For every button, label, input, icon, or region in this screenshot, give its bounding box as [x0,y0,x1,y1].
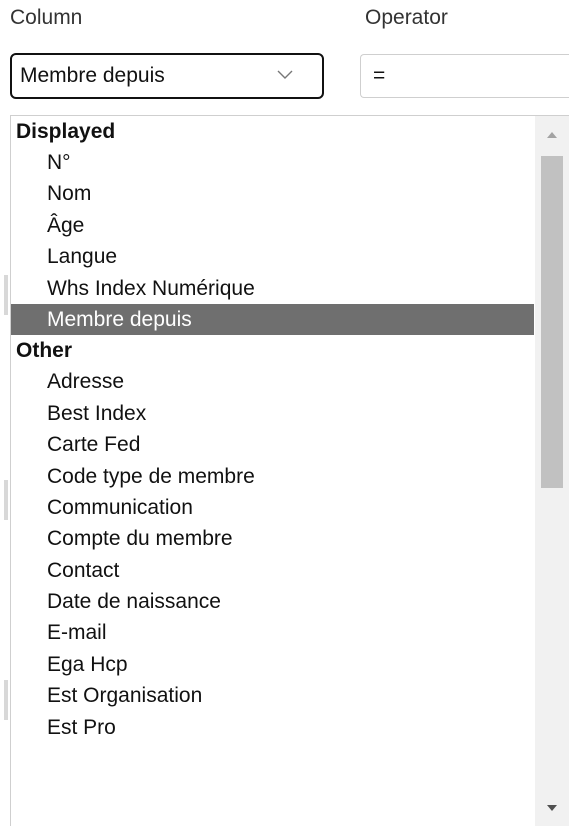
column-label: Column [10,6,83,29]
option-adresse[interactable]: Adresse [11,366,534,397]
operator-select-value: = [373,64,386,87]
option-date-de-naissance[interactable]: Date de naissance [11,586,534,617]
filter-editor: Column Operator Membre depuis = Displaye… [0,0,569,826]
background-divider [4,480,8,520]
option-ega-hcp[interactable]: Ega Hcp [11,649,534,680]
dropdown-options: Displayed N° Nom Âge Langue Whs Index Nu… [11,116,534,743]
column-select-value: Membre depuis [20,64,165,87]
group-header-displayed: Displayed [16,120,116,143]
background-divider [4,275,8,315]
option-no[interactable]: N° [11,147,534,178]
option-compte-du-membre[interactable]: Compte du membre [11,523,534,554]
option-membre-depuis[interactable]: Membre depuis [11,303,534,336]
option-contact[interactable]: Contact [11,555,534,586]
operator-label: Operator [365,6,448,29]
column-dropdown-list: Displayed N° Nom Âge Langue Whs Index Nu… [10,115,569,826]
scroll-down-button[interactable] [535,791,569,825]
option-whs-index-numerique[interactable]: Whs Index Numérique [11,273,534,304]
chevron-down-icon [277,70,293,79]
column-select[interactable]: Membre depuis [10,53,324,99]
group-header-other: Other [16,339,73,363]
option-e-mail[interactable]: E-mail [11,617,534,648]
background-panel-edge [0,120,10,826]
option-communication[interactable]: Communication [11,492,534,523]
option-langue[interactable]: Langue [11,241,534,272]
option-est-organisation[interactable]: Est Organisation [11,680,534,711]
scroll-down-arrow-icon [547,805,557,811]
scrollbar-thumb[interactable] [541,156,563,488]
scroll-up-button[interactable] [535,118,569,152]
option-code-type-de-membre[interactable]: Code type de membre [11,461,534,492]
background-divider [4,680,8,720]
option-carte-fed[interactable]: Carte Fed [11,429,534,460]
option-est-pro[interactable]: Est Pro [11,712,534,743]
scroll-up-arrow-icon [547,132,557,138]
option-age[interactable]: Âge [11,210,534,241]
dropdown-scrollbar[interactable] [535,116,569,826]
option-nom[interactable]: Nom [11,178,534,209]
operator-select[interactable]: = [360,54,569,98]
option-best-index[interactable]: Best Index [11,398,534,429]
